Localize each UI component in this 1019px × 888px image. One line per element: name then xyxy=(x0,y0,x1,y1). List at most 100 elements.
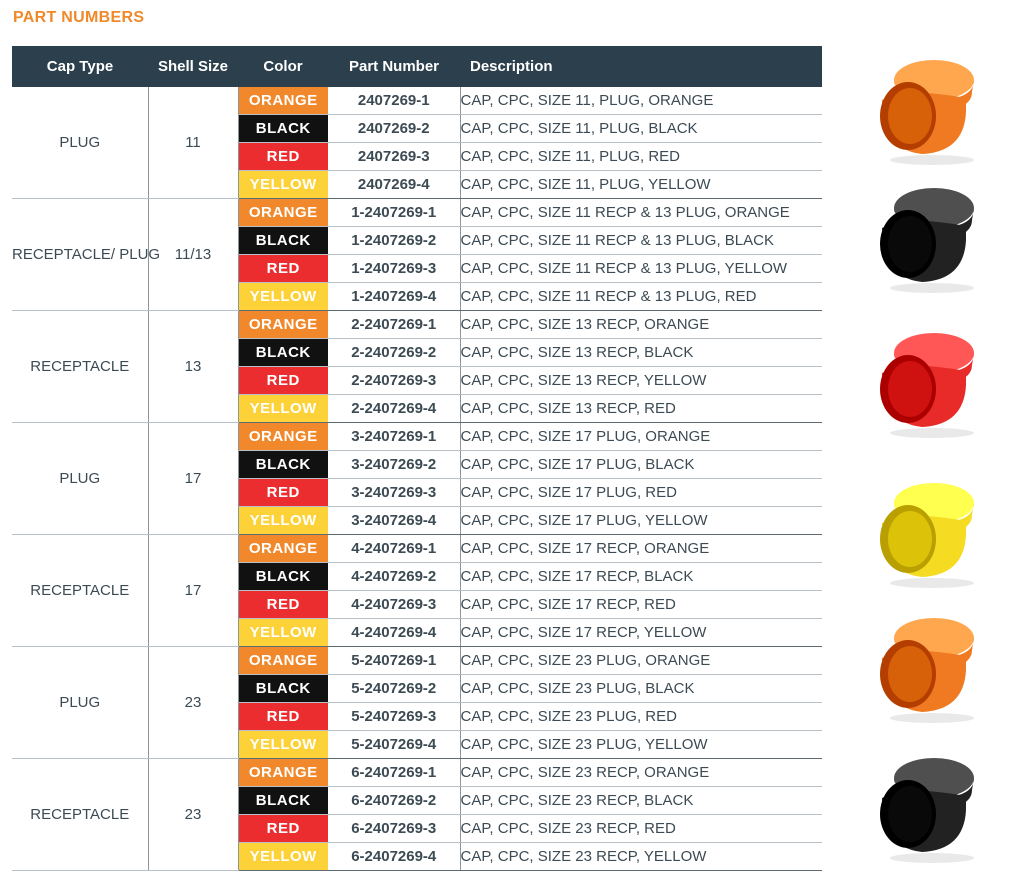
cap-type-cell: RECEPTACLE xyxy=(12,534,149,647)
description-cell: CAP, CPC, SIZE 17 RECP, BLACK xyxy=(460,562,822,591)
part-number-cell: 4-2407269-1 xyxy=(328,534,461,563)
page-title: PART NUMBERS xyxy=(13,9,145,26)
description-cell: CAP, CPC, SIZE 11 RECP & 13 PLUG, RED xyxy=(460,282,822,311)
color-cell: YELLOW xyxy=(238,170,328,199)
part-number-cell: 3-2407269-1 xyxy=(328,422,461,451)
part-number-cell: 2-2407269-3 xyxy=(328,366,461,395)
part-number-cell: 4-2407269-4 xyxy=(328,618,461,647)
shell-size-cell: 23 xyxy=(148,646,239,759)
table-row: RECEPTACLE 13 ORANGE 2-2407269-1 CAP, CPC, S… xyxy=(12,310,822,423)
table-row: RECEPTACLE/ PLUG 11/13 ORANGE 1-2407269-1 CA… xyxy=(12,198,822,311)
part-number-cell: 6-2407269-2 xyxy=(328,786,461,815)
description-cell: CAP, CPC, SIZE 13 RECP, YELLOW xyxy=(460,366,822,395)
plug-cap-icon xyxy=(872,325,984,445)
part-number-cell: 6-2407269-3 xyxy=(328,814,461,843)
color-cell: RED xyxy=(238,590,328,619)
table-row: PLUG 23 ORANGE 5-2407269-1 CAP, CPC, SIZE 23… xyxy=(12,646,822,759)
color-cell: BLACK xyxy=(238,562,328,591)
cap-type-cell: PLUG xyxy=(12,422,149,535)
color-cell: YELLOW xyxy=(238,730,328,759)
description-cell: CAP, CPC, SIZE 11, PLUG, RED xyxy=(460,142,822,171)
color-cell: RED xyxy=(238,254,328,283)
description-cell: CAP, CPC, SIZE 23 RECP, RED xyxy=(460,814,822,843)
part-number-cell: 3-2407269-4 xyxy=(328,506,461,535)
description-cell: CAP, CPC, SIZE 23 RECP, ORANGE xyxy=(460,758,822,787)
part-number-cell: 2-2407269-2 xyxy=(328,338,461,367)
part-number-cell: 1-2407269-2 xyxy=(328,226,461,255)
description-cell: CAP, CPC, SIZE 23 RECP, YELLOW xyxy=(460,842,822,871)
part-number-cell: 5-2407269-4 xyxy=(328,730,461,759)
description-cell: CAP, CPC, SIZE 13 RECP, ORANGE xyxy=(460,310,822,339)
shell-size-cell: 11/13 xyxy=(148,198,239,311)
plug-cap-icon xyxy=(872,475,984,595)
description-cell: CAP, CPC, SIZE 17 RECP, ORANGE xyxy=(460,534,822,563)
description-cell: CAP, CPC, SIZE 23 PLUG, YELLOW xyxy=(460,730,822,759)
color-cell: YELLOW xyxy=(238,394,328,423)
part-number-cell: 1-2407269-1 xyxy=(328,198,461,227)
color-cell: YELLOW xyxy=(238,618,328,647)
plug-cap-icon xyxy=(872,180,984,300)
table-row: PLUG 17 ORANGE 3-2407269-1 CAP, CPC, SIZE 17… xyxy=(12,422,822,535)
description-cell: CAP, CPC, SIZE 17 PLUG, YELLOW xyxy=(460,506,822,535)
header-part-number: Part Number xyxy=(328,46,460,87)
part-number-cell: 2-2407269-1 xyxy=(328,310,461,339)
description-cell: CAP, CPC, SIZE 17 RECP, YELLOW xyxy=(460,618,822,647)
plug-cap-icon xyxy=(872,52,984,172)
description-cell: CAP, CPC, SIZE 13 RECP, BLACK xyxy=(460,338,822,367)
part-number-cell: 5-2407269-1 xyxy=(328,646,461,675)
color-cell: ORANGE xyxy=(238,198,328,227)
color-cell: BLACK xyxy=(238,226,328,255)
description-cell: CAP, CPC, SIZE 23 PLUG, ORANGE xyxy=(460,646,822,675)
part-number-cell: 5-2407269-3 xyxy=(328,702,461,731)
color-cell: ORANGE xyxy=(238,310,328,339)
cap-type-cell: PLUG xyxy=(12,87,149,199)
header-color: Color xyxy=(238,46,328,87)
part-number-cell: 2407269-2 xyxy=(328,114,461,143)
color-cell: BLACK xyxy=(238,450,328,479)
cap-type-cell: PLUG xyxy=(12,646,149,759)
part-number-cell: 5-2407269-2 xyxy=(328,674,461,703)
part-number-cell: 2407269-3 xyxy=(328,142,461,171)
part-number-cell: 2407269-1 xyxy=(328,87,461,115)
color-cell: RED xyxy=(238,142,328,171)
header-cap-type: Cap Type xyxy=(12,46,148,87)
description-cell: CAP, CPC, SIZE 11 RECP & 13 PLUG, BLACK xyxy=(460,226,822,255)
cap-type-cell: RECEPTACLE xyxy=(12,310,149,423)
description-cell: CAP, CPC, SIZE 17 PLUG, ORANGE xyxy=(460,422,822,451)
part-number-cell: 2407269-4 xyxy=(328,170,461,199)
header-description: Description xyxy=(460,46,822,87)
description-cell: CAP, CPC, SIZE 23 PLUG, RED xyxy=(460,702,822,731)
color-cell: RED xyxy=(238,702,328,731)
description-cell: CAP, CPC, SIZE 11 RECP & 13 PLUG, ORANGE xyxy=(460,198,822,227)
color-cell: YELLOW xyxy=(238,506,328,535)
table-row: RECEPTACLE 23 ORANGE 6-2407269-1 CAP, CPC, S… xyxy=(12,758,822,871)
description-cell: CAP, CPC, SIZE 13 RECP, RED xyxy=(460,394,822,423)
part-number-cell: 2-2407269-4 xyxy=(328,394,461,423)
description-cell: CAP, CPC, SIZE 23 RECP, BLACK xyxy=(460,786,822,815)
description-cell: CAP, CPC, SIZE 11, PLUG, ORANGE xyxy=(460,87,822,115)
part-number-cell: 4-2407269-3 xyxy=(328,590,461,619)
color-cell: ORANGE xyxy=(238,87,328,115)
color-cell: BLACK xyxy=(238,674,328,703)
part-number-cell: 1-2407269-3 xyxy=(328,254,461,283)
table-row: PLUG 11 ORANGE 2407269-1 CAP, CPC, SIZE 11, … xyxy=(12,87,822,199)
part-number-cell: 3-2407269-3 xyxy=(328,478,461,507)
color-cell: BLACK xyxy=(238,114,328,143)
description-cell: CAP, CPC, SIZE 17 PLUG, BLACK xyxy=(460,450,822,479)
receptacle-cap-icon xyxy=(872,610,984,730)
part-number-cell: 3-2407269-2 xyxy=(328,450,461,479)
color-cell: ORANGE xyxy=(238,758,328,787)
shell-size-cell: 17 xyxy=(148,422,239,535)
description-cell: CAP, CPC, SIZE 17 PLUG, RED xyxy=(460,478,822,507)
description-cell: CAP, CPC, SIZE 23 PLUG, BLACK xyxy=(460,674,822,703)
part-number-cell: 6-2407269-1 xyxy=(328,758,461,787)
color-cell: YELLOW xyxy=(238,842,328,871)
receptacle-cap-icon xyxy=(872,750,984,870)
color-cell: RED xyxy=(238,366,328,395)
part-number-cell: 1-2407269-4 xyxy=(328,282,461,311)
part-numbers-table: Cap Type Shell Size Color Part Number De… xyxy=(12,46,822,871)
color-cell: ORANGE xyxy=(238,646,328,675)
header-shell-size: Shell Size xyxy=(148,46,238,87)
shell-size-cell: 13 xyxy=(148,310,239,423)
shell-size-cell: 11 xyxy=(148,87,239,199)
